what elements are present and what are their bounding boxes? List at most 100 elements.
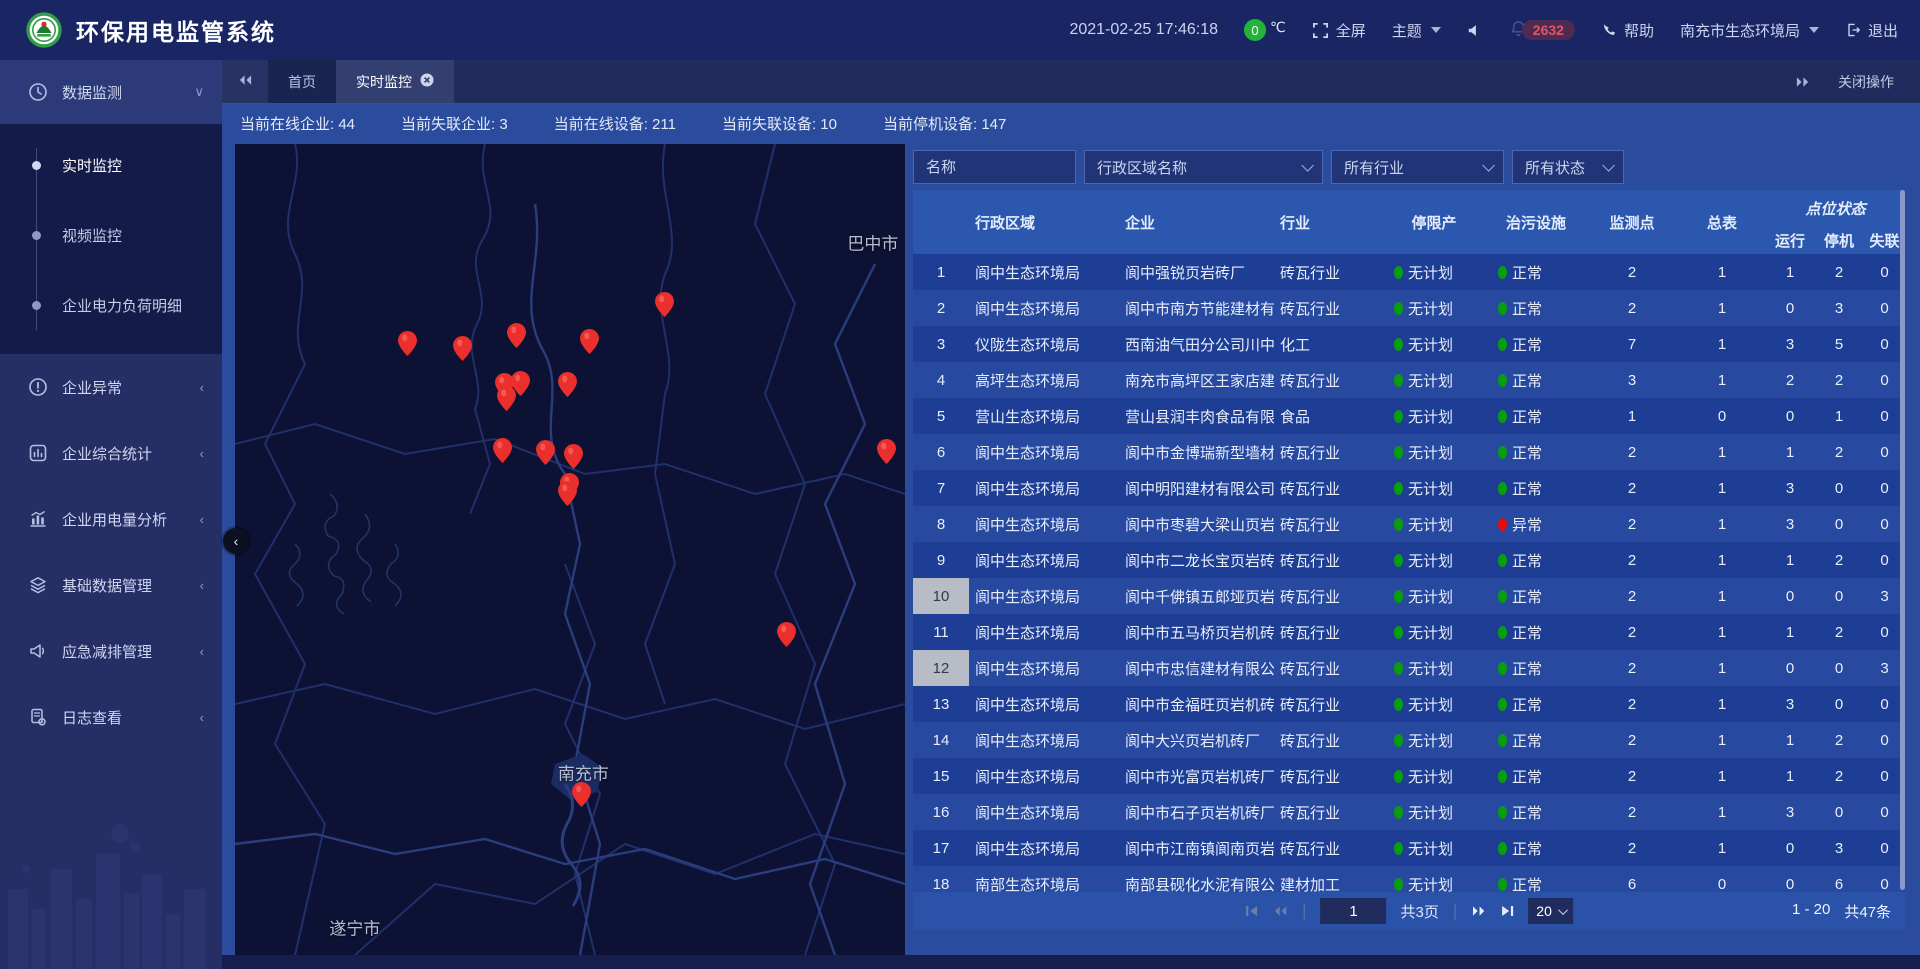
status-filter-select[interactable]: 所有状态 bbox=[1512, 150, 1624, 184]
map-marker-pin[interactable] bbox=[564, 444, 583, 469]
table-row[interactable]: 8阆中生态环境局阆中市枣碧大梁山页岩砖瓦行业无计划异常21300 bbox=[913, 506, 1905, 542]
cell-region: 阆中生态环境局 bbox=[969, 470, 1119, 506]
tab-首页[interactable]: 首页 bbox=[268, 60, 336, 103]
table-row[interactable]: 13阆中生态环境局阆中市金福旺页岩机砖砖瓦行业无计划正常21300 bbox=[913, 686, 1905, 722]
cell-limit: 无计划 bbox=[1382, 506, 1486, 542]
cell-lost: 0 bbox=[1864, 434, 1905, 470]
layers-icon bbox=[28, 575, 48, 595]
sidebar-item-enterprise-statistics[interactable]: 企业综合统计‹ bbox=[0, 420, 222, 486]
mute-button[interactable] bbox=[1467, 24, 1483, 37]
sidebar-item-base-data[interactable]: 基础数据管理‹ bbox=[0, 552, 222, 618]
fullscreen-button[interactable]: 全屏 bbox=[1312, 20, 1366, 41]
next-page-button[interactable] bbox=[1471, 905, 1486, 917]
table-row[interactable]: 16阆中生态环境局阆中市石子页岩机砖厂砖瓦行业无计划正常21300 bbox=[913, 794, 1905, 830]
close-operations-button[interactable]: 关闭操作 bbox=[1838, 72, 1894, 92]
cell-index: 13 bbox=[913, 686, 969, 722]
sidebar-item-data-monitoring[interactable]: 数据监测∨ bbox=[0, 60, 222, 124]
logout-button[interactable]: 退出 bbox=[1845, 20, 1898, 41]
cell-index: 8 bbox=[913, 506, 969, 542]
table-row[interactable]: 2阆中生态环境局阆中市南方节能建材有砖瓦行业无计划正常21030 bbox=[913, 290, 1905, 326]
sidebar-collapse-button[interactable]: ‹ bbox=[223, 528, 249, 554]
table-row[interactable]: 4高坪生态环境局南充市高坪区王家店建砖瓦行业无计划正常31220 bbox=[913, 362, 1905, 398]
map-marker-pin[interactable] bbox=[493, 438, 512, 463]
sidebar-item-label: 企业综合统计 bbox=[62, 443, 200, 464]
org-dropdown[interactable]: 南充市生态环境局 bbox=[1680, 20, 1819, 41]
cell-points: 2 bbox=[1586, 830, 1678, 866]
table-row[interactable]: 10阆中生态环境局阆中千佛镇五郎垭页岩砖瓦行业无计划正常21003 bbox=[913, 578, 1905, 614]
sidebar-item-emergency-reduction[interactable]: 应急减排管理‹ bbox=[0, 618, 222, 684]
chevron-left-icon: ‹ bbox=[200, 512, 204, 527]
range-label: 1 - 20 bbox=[1792, 901, 1830, 922]
cell-meter: 0 bbox=[1678, 866, 1766, 892]
cell-run: 0 bbox=[1766, 290, 1814, 326]
status-dot bbox=[1394, 302, 1403, 315]
sidebar-item-enterprise-abnormal[interactable]: 企业异常‹ bbox=[0, 354, 222, 420]
status-dot bbox=[1394, 446, 1403, 459]
table-row[interactable]: 3仪陇生态环境局西南油气田分公司川中化工无计划正常71350 bbox=[913, 326, 1905, 362]
stat-item: 当前失联企业: 3 bbox=[401, 113, 508, 134]
map-marker-pin[interactable] bbox=[655, 292, 674, 317]
table-row[interactable]: 14阆中生态环境局阆中大兴页岩机砖厂砖瓦行业无计划正常21120 bbox=[913, 722, 1905, 758]
header-actions: 2021-02-25 17:46:18 0 ℃ 全屏 主题 2632 帮助 bbox=[1069, 19, 1898, 42]
map-marker-pin[interactable] bbox=[558, 481, 577, 506]
cell-points: 2 bbox=[1586, 434, 1678, 470]
table-row[interactable]: 9阆中生态环境局阆中市二龙长宝页岩砖砖瓦行业无计划正常21120 bbox=[913, 542, 1905, 578]
table-row[interactable]: 1阆中生态环境局阆中强锐页岩砖厂砖瓦行业无计划正常21120 bbox=[913, 254, 1905, 290]
cell-stop: 6 bbox=[1814, 866, 1864, 892]
sidebar-item-power-load-detail[interactable]: 企业电力负荷明细 bbox=[0, 270, 222, 340]
tabs-scroll-left-button[interactable] bbox=[222, 60, 268, 103]
table-row[interactable]: 12阆中生态环境局阆中市忠信建材有限公砖瓦行业无计划正常21003 bbox=[913, 650, 1905, 686]
table-row[interactable]: 7阆中生态环境局阆中明阳建材有限公司砖瓦行业无计划正常21300 bbox=[913, 470, 1905, 506]
cell-points: 2 bbox=[1586, 650, 1678, 686]
cell-region: 阆中生态环境局 bbox=[969, 650, 1119, 686]
map[interactable]: 巴中市南充市遂宁市 ‹ bbox=[235, 144, 905, 955]
notifications-button[interactable]: 2632 bbox=[1509, 19, 1575, 42]
status-dot bbox=[1394, 338, 1403, 351]
status-dot bbox=[1394, 734, 1403, 747]
sidebar-item-power-analysis[interactable]: 企业用电量分析‹ bbox=[0, 486, 222, 552]
map-marker-pin[interactable] bbox=[507, 323, 526, 348]
map-marker-pin[interactable] bbox=[398, 331, 417, 356]
tabs-scroll-right-button[interactable] bbox=[1795, 76, 1810, 88]
prev-page-button[interactable] bbox=[1273, 905, 1288, 917]
map-marker-pin[interactable] bbox=[580, 329, 599, 354]
close-icon[interactable] bbox=[420, 73, 434, 90]
table-row[interactable]: 18南部生态环境局南部县砚化水泥有限公建材加工无计划正常60060 bbox=[913, 866, 1905, 892]
map-marker-pin[interactable] bbox=[453, 336, 472, 361]
first-page-button[interactable] bbox=[1245, 905, 1259, 917]
theme-dropdown[interactable]: 主题 bbox=[1392, 20, 1441, 41]
tab-实时监控[interactable]: 实时监控 bbox=[336, 60, 454, 103]
table-row[interactable]: 17阆中生态环境局阆中市江南镇阆南页岩砖瓦行业无计划正常21030 bbox=[913, 830, 1905, 866]
last-page-button[interactable] bbox=[1500, 905, 1514, 917]
cell-company: 阆中市枣碧大梁山页岩 bbox=[1119, 506, 1274, 542]
table-row[interactable]: 11阆中生态环境局阆中市五马桥页岩机砖砖瓦行业无计划正常21120 bbox=[913, 614, 1905, 650]
region-filter-select[interactable]: 行政区域名称 bbox=[1084, 150, 1323, 184]
cell-industry: 砖瓦行业 bbox=[1274, 470, 1382, 506]
map-marker-pin[interactable] bbox=[877, 439, 896, 464]
sidebar-item-log-view[interactable]: 日志查看‹ bbox=[0, 684, 222, 750]
table-scrollbar[interactable] bbox=[1900, 190, 1905, 890]
cell-limit: 无计划 bbox=[1382, 326, 1486, 362]
cell-meter: 1 bbox=[1678, 830, 1766, 866]
map-marker-pin[interactable] bbox=[536, 440, 555, 465]
sidebar-item-video-monitoring[interactable]: 视频监控 bbox=[0, 200, 222, 270]
map-marker-pin[interactable] bbox=[497, 386, 516, 411]
table-row[interactable]: 6阆中生态环境局阆中市金博瑞新型墙材砖瓦行业无计划正常21120 bbox=[913, 434, 1905, 470]
page-size-select[interactable]: 20 bbox=[1528, 898, 1573, 924]
sidebar-item-realtime-monitoring[interactable]: 实时监控 bbox=[0, 130, 222, 200]
cell-run: 2 bbox=[1766, 362, 1814, 398]
page-number-input[interactable] bbox=[1321, 898, 1387, 924]
table-row[interactable]: 5营山生态环境局营山县润丰肉食品有限食品无计划正常10010 bbox=[913, 398, 1905, 434]
cell-meter: 1 bbox=[1678, 650, 1766, 686]
name-filter-input[interactable] bbox=[913, 150, 1076, 184]
map-marker-pin[interactable] bbox=[572, 782, 591, 807]
bullet-icon bbox=[32, 301, 41, 310]
table-row[interactable]: 15阆中生态环境局阆中市光富页岩机砖厂砖瓦行业无计划正常21120 bbox=[913, 758, 1905, 794]
map-marker-pin[interactable] bbox=[558, 372, 577, 397]
cell-treatment: 正常 bbox=[1486, 794, 1586, 830]
map-marker-pin[interactable] bbox=[777, 622, 796, 647]
cell-meter: 1 bbox=[1678, 578, 1766, 614]
industry-filter-select[interactable]: 所有行业 bbox=[1331, 150, 1504, 184]
help-button[interactable]: 帮助 bbox=[1601, 20, 1654, 41]
table-body: 1阆中生态环境局阆中强锐页岩砖厂砖瓦行业无计划正常211202阆中生态环境局阆中… bbox=[913, 254, 1905, 892]
